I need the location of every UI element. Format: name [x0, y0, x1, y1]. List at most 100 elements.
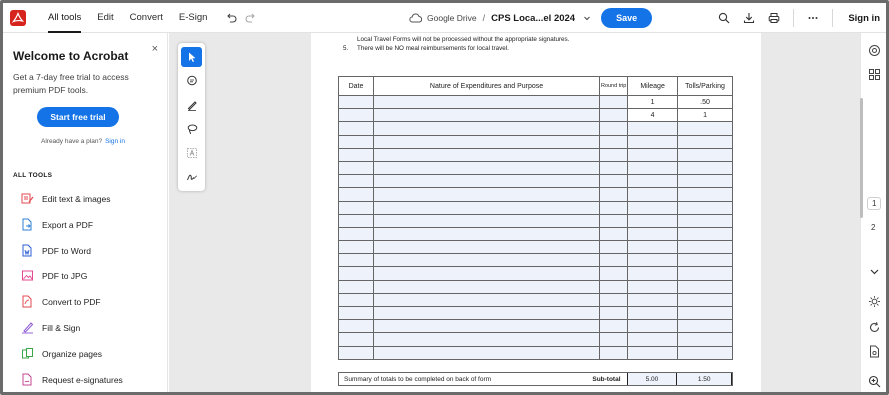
mileage-field[interactable] — [627, 147, 679, 162]
round-trip-field[interactable] — [599, 253, 629, 268]
nature-field[interactable] — [372, 279, 601, 294]
date-field[interactable] — [338, 253, 374, 268]
mileage-field[interactable]: 1 — [627, 94, 679, 110]
undo-icon[interactable] — [225, 12, 237, 24]
date-field[interactable] — [338, 200, 374, 215]
nature-field[interactable] — [372, 94, 601, 110]
mileage-field[interactable] — [627, 200, 679, 215]
round-trip-field[interactable] — [599, 160, 629, 176]
date-field[interactable] — [338, 134, 374, 149]
tool-organize-pages[interactable]: Organize pages — [21, 347, 102, 360]
tool-fill-sign[interactable]: Fill & Sign — [21, 321, 80, 334]
round-trip-field[interactable] — [599, 108, 629, 123]
round-trip-field[interactable] — [599, 279, 629, 294]
tolls-field[interactable]: .50 — [677, 94, 733, 110]
text-box-tool-button[interactable] — [181, 143, 202, 163]
lasso-tool-button[interactable] — [181, 119, 202, 139]
menu-edit[interactable]: Edit — [97, 3, 113, 33]
tolls-field[interactable]: 1 — [677, 108, 733, 123]
nature-field[interactable] — [372, 108, 601, 123]
mileage-field[interactable] — [627, 332, 679, 347]
date-field[interactable] — [338, 305, 374, 321]
round-trip-field[interactable] — [599, 187, 629, 202]
nature-field[interactable] — [372, 253, 601, 268]
round-trip-field[interactable] — [599, 213, 629, 228]
save-button[interactable]: Save — [601, 8, 653, 28]
round-trip-field[interactable] — [599, 345, 629, 360]
mileage-field[interactable] — [627, 187, 679, 202]
page-settings-icon[interactable] — [868, 345, 881, 358]
mileage-field[interactable] — [627, 213, 679, 228]
date-field[interactable] — [338, 108, 374, 123]
round-trip-field[interactable] — [599, 174, 629, 189]
select-tool-button[interactable] — [181, 47, 202, 67]
nature-field[interactable] — [372, 319, 601, 334]
nature-field[interactable] — [372, 345, 601, 360]
tolls-field[interactable] — [677, 253, 733, 268]
date-field[interactable] — [338, 160, 374, 176]
sign-tool-button[interactable] — [181, 167, 202, 187]
mileage-field[interactable] — [627, 266, 679, 281]
tolls-field[interactable] — [677, 226, 733, 242]
nature-field[interactable] — [372, 147, 601, 162]
tool-edit-text-images[interactable]: Edit text & images — [21, 192, 111, 205]
date-field[interactable] — [338, 266, 374, 281]
thumbnails-grid-icon[interactable] — [868, 68, 881, 81]
subtotal-tolls[interactable]: 1.50 — [676, 373, 732, 385]
chevron-down-icon[interactable] — [868, 265, 881, 278]
date-field[interactable] — [338, 292, 374, 308]
mileage-field[interactable] — [627, 121, 679, 136]
tool-pdf-to-word[interactable]: PDF to Word — [21, 244, 91, 257]
tolls-field[interactable] — [677, 160, 733, 176]
tolls-field[interactable] — [677, 279, 733, 294]
redo-icon[interactable] — [245, 12, 257, 24]
tolls-field[interactable] — [677, 174, 733, 189]
mileage-field[interactable] — [627, 279, 679, 294]
zoom-in-icon[interactable] — [868, 375, 881, 388]
start-free-trial-button[interactable]: Start free trial — [37, 107, 119, 127]
date-field[interactable] — [338, 174, 374, 189]
mileage-field[interactable] — [627, 226, 679, 242]
nature-field[interactable] — [372, 187, 601, 202]
nature-field[interactable] — [372, 226, 601, 242]
mileage-field[interactable] — [627, 319, 679, 334]
date-field[interactable] — [338, 279, 374, 294]
mileage-field[interactable]: 4 — [627, 108, 679, 123]
round-trip-field[interactable] — [599, 121, 629, 136]
date-field[interactable] — [338, 147, 374, 162]
round-trip-field[interactable] — [599, 147, 629, 162]
round-trip-field[interactable] — [599, 134, 629, 149]
round-trip-field[interactable] — [599, 319, 629, 334]
mileage-field[interactable] — [627, 253, 679, 268]
nature-field[interactable] — [372, 266, 601, 281]
nature-field[interactable] — [372, 134, 601, 149]
page-number-next[interactable]: 2 — [871, 223, 875, 232]
ai-assistant-icon[interactable] — [868, 44, 881, 57]
sign-in-link[interactable]: Sign in — [105, 138, 125, 145]
search-icon[interactable] — [718, 12, 730, 24]
tool-export-pdf[interactable]: Export a PDF — [21, 218, 93, 231]
tolls-field[interactable] — [677, 240, 733, 255]
tolls-field[interactable] — [677, 134, 733, 149]
menu-esign[interactable]: E-Sign — [179, 3, 208, 33]
nature-field[interactable] — [372, 121, 601, 136]
tolls-field[interactable] — [677, 292, 733, 308]
mileage-field[interactable] — [627, 160, 679, 176]
rotate-icon[interactable] — [868, 321, 881, 334]
nature-field[interactable] — [372, 240, 601, 255]
date-field[interactable] — [338, 226, 374, 242]
download-icon[interactable] — [743, 12, 755, 24]
nature-field[interactable] — [372, 305, 601, 321]
print-icon[interactable] — [768, 12, 780, 24]
nature-field[interactable] — [372, 174, 601, 189]
acrobat-logo-icon[interactable] — [10, 9, 26, 26]
nature-field[interactable] — [372, 213, 601, 228]
nature-field[interactable] — [372, 200, 601, 215]
round-trip-field[interactable] — [599, 266, 629, 281]
tolls-field[interactable] — [677, 213, 733, 228]
close-panel-button[interactable]: × — [152, 43, 158, 55]
round-trip-field[interactable] — [599, 94, 629, 110]
tolls-field[interactable] — [677, 200, 733, 215]
mileage-field[interactable] — [627, 240, 679, 255]
date-field[interactable] — [338, 345, 374, 360]
